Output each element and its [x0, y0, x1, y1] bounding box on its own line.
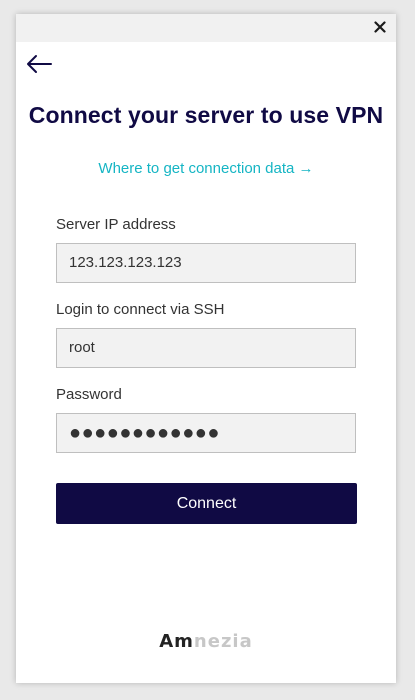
password-input[interactable]: ●●●●●●●●●●●●	[56, 413, 356, 453]
password-masked-value: ●●●●●●●●●●●●	[69, 422, 220, 444]
logo-light-part: nezia	[193, 631, 253, 652]
close-icon[interactable]	[372, 19, 388, 35]
server-ip-label: Server IP address	[56, 216, 176, 233]
connection-data-help-link[interactable]: Where to get connection data →	[16, 160, 396, 177]
connect-button[interactable]: Connect	[56, 483, 357, 524]
logo-dark-part: Am	[159, 631, 194, 652]
ssh-login-input[interactable]: root	[56, 328, 356, 368]
amnezia-logo: Amnezia	[16, 631, 396, 652]
app-window: Connect your server to use VPN Where to …	[16, 14, 396, 683]
password-label: Password	[56, 386, 122, 403]
server-ip-input[interactable]: 123.123.123.123	[56, 243, 356, 283]
page-title: Connect your server to use VPN	[28, 102, 384, 128]
title-bar	[16, 14, 396, 42]
back-arrow-icon[interactable]	[25, 52, 55, 76]
ssh-login-label: Login to connect via SSH	[56, 301, 225, 318]
